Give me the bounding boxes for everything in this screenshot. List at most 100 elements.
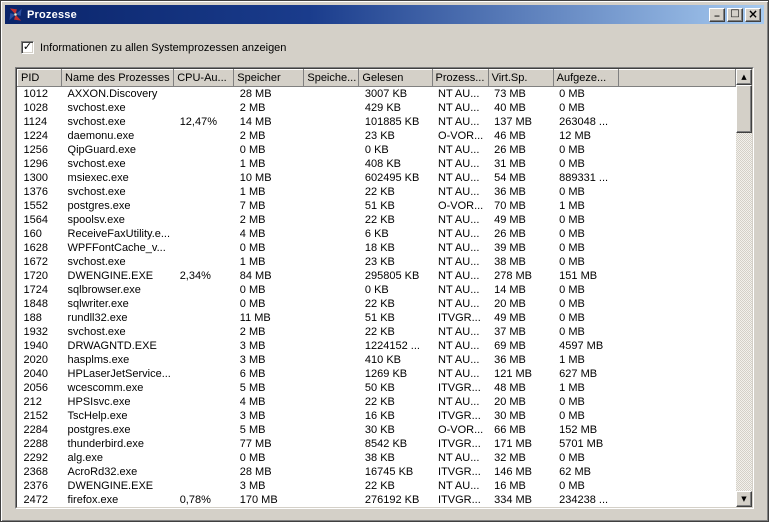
column-header-gelesen[interactable]: Gelesen bbox=[359, 70, 432, 87]
table-row[interactable]: 1672svchost.exe1 MB23 KBNT AU...38 MB0 M… bbox=[18, 255, 736, 269]
minimize-icon: _ bbox=[715, 7, 720, 17]
scroll-up-button[interactable]: ▲ bbox=[736, 69, 752, 85]
scrollbar-track[interactable] bbox=[736, 133, 752, 491]
table-cell: 1124 bbox=[18, 115, 62, 129]
table-row[interactable]: 1564spoolsv.exe2 MB22 KBNT AU...49 MB0 M… bbox=[18, 213, 736, 227]
table-cell: 40 MB bbox=[488, 101, 553, 115]
scroll-down-button[interactable]: ▼ bbox=[736, 491, 752, 507]
table-cell: 16 KB bbox=[359, 409, 432, 423]
column-header-pid[interactable]: PID bbox=[18, 70, 62, 87]
table-row[interactable]: 1012AXXON.Discovery28 MB3007 KBNT AU...7… bbox=[18, 87, 736, 102]
table-cell bbox=[618, 171, 735, 185]
scrollbar-thumb[interactable] bbox=[736, 85, 752, 133]
table-row[interactable]: 160ReceiveFaxUtility.e...4 MB6 KBNT AU..… bbox=[18, 227, 736, 241]
table-row[interactable]: 1376svchost.exe1 MB22 KBNT AU...36 MB0 M… bbox=[18, 185, 736, 199]
table-row[interactable]: 2288thunderbird.exe77 MB8542 KBITVGR...1… bbox=[18, 437, 736, 451]
table-row[interactable]: 1848sqlwriter.exe0 MB22 KBNT AU...20 MB0… bbox=[18, 297, 736, 311]
table-cell: ITVGR... bbox=[432, 437, 488, 451]
table-row[interactable]: 2056wcescomm.exe5 MB50 KBITVGR...48 MB1 … bbox=[18, 381, 736, 395]
column-header-name-des-prozesses[interactable]: Name des Prozesses bbox=[62, 70, 174, 87]
table-cell: 121 MB bbox=[488, 367, 553, 381]
close-button[interactable]: × bbox=[745, 8, 761, 22]
table-row[interactable]: 2368AcroRd32.exe28 MB16745 KBITVGR...146… bbox=[18, 465, 736, 479]
table-cell bbox=[174, 87, 234, 102]
table-cell: 39 MB bbox=[488, 241, 553, 255]
table-row[interactable]: 188rundll32.exe11 MB51 KBITVGR...49 MB0 … bbox=[18, 311, 736, 325]
table-cell: 84 MB bbox=[234, 269, 304, 283]
table-cell: 0 KB bbox=[359, 283, 432, 297]
table-cell: 32 MB bbox=[488, 451, 553, 465]
table-cell: AXXON.Discovery bbox=[62, 87, 174, 102]
table-row[interactable]: 2152TscHelp.exe3 MB16 KBITVGR...30 MB0 M… bbox=[18, 409, 736, 423]
checkmark-icon: ✓ bbox=[23, 42, 32, 53]
table-row[interactable]: 1300msiexec.exe10 MB602495 KBNT AU...54 … bbox=[18, 171, 736, 185]
table-cell: sqlbrowser.exe bbox=[62, 283, 174, 297]
table-cell bbox=[304, 367, 359, 381]
table-cell: 101885 KB bbox=[359, 115, 432, 129]
column-header-cpu-au[interactable]: CPU-Au... bbox=[174, 70, 234, 87]
table-cell: ITVGR... bbox=[432, 381, 488, 395]
table-cell: 1 MB bbox=[553, 199, 618, 213]
table-cell: alg.exe bbox=[62, 451, 174, 465]
table-cell: 1628 bbox=[18, 241, 62, 255]
maximize-button[interactable]: □ bbox=[727, 8, 743, 22]
table-row[interactable]: 1628WPFFontCache_v...0 MB18 KBNT AU...39… bbox=[18, 241, 736, 255]
column-header-virt-sp[interactable]: Virt.Sp. bbox=[488, 70, 553, 87]
table-cell: NT AU... bbox=[432, 339, 488, 353]
table-cell: 18 KB bbox=[359, 241, 432, 255]
table-cell: O-VOR... bbox=[432, 423, 488, 437]
table-row[interactable]: 2292alg.exe0 MB38 KBNT AU...32 MB0 MB bbox=[18, 451, 736, 465]
table-row[interactable]: 1124svchost.exe12,47%14 MB101885 KBNT AU… bbox=[18, 115, 736, 129]
table-row[interactable]: 2284postgres.exe5 MB30 KBO-VOR...66 MB15… bbox=[18, 423, 736, 437]
table-row[interactable]: 1296svchost.exe1 MB408 KBNT AU...31 MB0 … bbox=[18, 157, 736, 171]
show-all-processes-checkbox[interactable]: ✓ bbox=[21, 41, 34, 54]
table-row[interactable]: 1224daemonu.exe2 MB23 KBO-VOR...46 MB12 … bbox=[18, 129, 736, 143]
table-cell: 1269 KB bbox=[359, 367, 432, 381]
scroll-down-icon: ▼ bbox=[741, 495, 746, 503]
column-header-speicher[interactable]: Speicher bbox=[234, 70, 304, 87]
table-cell bbox=[618, 185, 735, 199]
checkbox-label[interactable]: Informationen zu allen Systemprozessen a… bbox=[40, 42, 286, 54]
table-row[interactable]: 2376DWENGINE.EXE3 MB22 KBNT AU...16 MB0 … bbox=[18, 479, 736, 493]
table-cell bbox=[174, 101, 234, 115]
column-header-aufgeze[interactable]: Aufgeze... bbox=[553, 70, 618, 87]
table-cell: 410 KB bbox=[359, 353, 432, 367]
table-cell: 1 MB bbox=[234, 157, 304, 171]
table-cell: 0 MB bbox=[553, 87, 618, 102]
title-bar[interactable]: Prozesse _ □ × bbox=[5, 5, 764, 24]
table-cell bbox=[304, 213, 359, 227]
minimize-button[interactable]: _ bbox=[709, 8, 725, 22]
table-row[interactable]: 1028svchost.exe2 MB429 KBNT AU...40 MB0 … bbox=[18, 101, 736, 115]
vertical-scrollbar[interactable]: ▲ ▼ bbox=[736, 69, 752, 507]
table-row[interactable]: 1552postgres.exe7 MB51 KBO-VOR...70 MB1 … bbox=[18, 199, 736, 213]
table-row[interactable]: 2020hasplms.exe3 MB410 KBNT AU...36 MB1 … bbox=[18, 353, 736, 367]
table-cell: QipGuard.exe bbox=[62, 143, 174, 157]
table-cell: 0 MB bbox=[553, 395, 618, 409]
table-cell: 1296 bbox=[18, 157, 62, 171]
table-row[interactable]: 2040HPLaserJetService...6 MB1269 KBNT AU… bbox=[18, 367, 736, 381]
column-header-speiche[interactable]: Speiche... bbox=[304, 70, 359, 87]
table-cell: 6 MB bbox=[234, 367, 304, 381]
table-row[interactable]: 1724sqlbrowser.exe0 MB0 KBNT AU...14 MB0… bbox=[18, 283, 736, 297]
table-cell: 23 KB bbox=[359, 129, 432, 143]
table-cell: 0 MB bbox=[553, 185, 618, 199]
table-cell: 4597 MB bbox=[553, 339, 618, 353]
table-cell: 2472 bbox=[18, 493, 62, 507]
table-cell: 212 bbox=[18, 395, 62, 409]
table-row[interactable]: 212HPSIsvc.exe4 MB22 KBNT AU...20 MB0 MB bbox=[18, 395, 736, 409]
column-header-prozess[interactable]: Prozess... bbox=[432, 70, 488, 87]
table-cell: ITVGR... bbox=[432, 311, 488, 325]
table-row[interactable]: 1940DRWAGNTD.EXE3 MB1224152 ...NT AU...6… bbox=[18, 339, 736, 353]
table-cell bbox=[174, 437, 234, 451]
table-cell: 62 MB bbox=[553, 465, 618, 479]
table-cell bbox=[304, 171, 359, 185]
column-header-spacer[interactable] bbox=[618, 70, 735, 87]
table-row[interactable]: 2472firefox.exe0,78%170 MB276192 KBITVGR… bbox=[18, 493, 736, 507]
table-cell: 171 MB bbox=[488, 437, 553, 451]
table-cell bbox=[304, 297, 359, 311]
table-row[interactable]: 1720DWENGINE.EXE2,34%84 MB295805 KBNT AU… bbox=[18, 269, 736, 283]
table-row[interactable]: 1256QipGuard.exe0 MB0 KBNT AU...26 MB0 M… bbox=[18, 143, 736, 157]
table-row[interactable]: 1932svchost.exe2 MB22 KBNT AU...37 MB0 M… bbox=[18, 325, 736, 339]
table-cell: 51 KB bbox=[359, 311, 432, 325]
table-cell: 12,47% bbox=[174, 115, 234, 129]
